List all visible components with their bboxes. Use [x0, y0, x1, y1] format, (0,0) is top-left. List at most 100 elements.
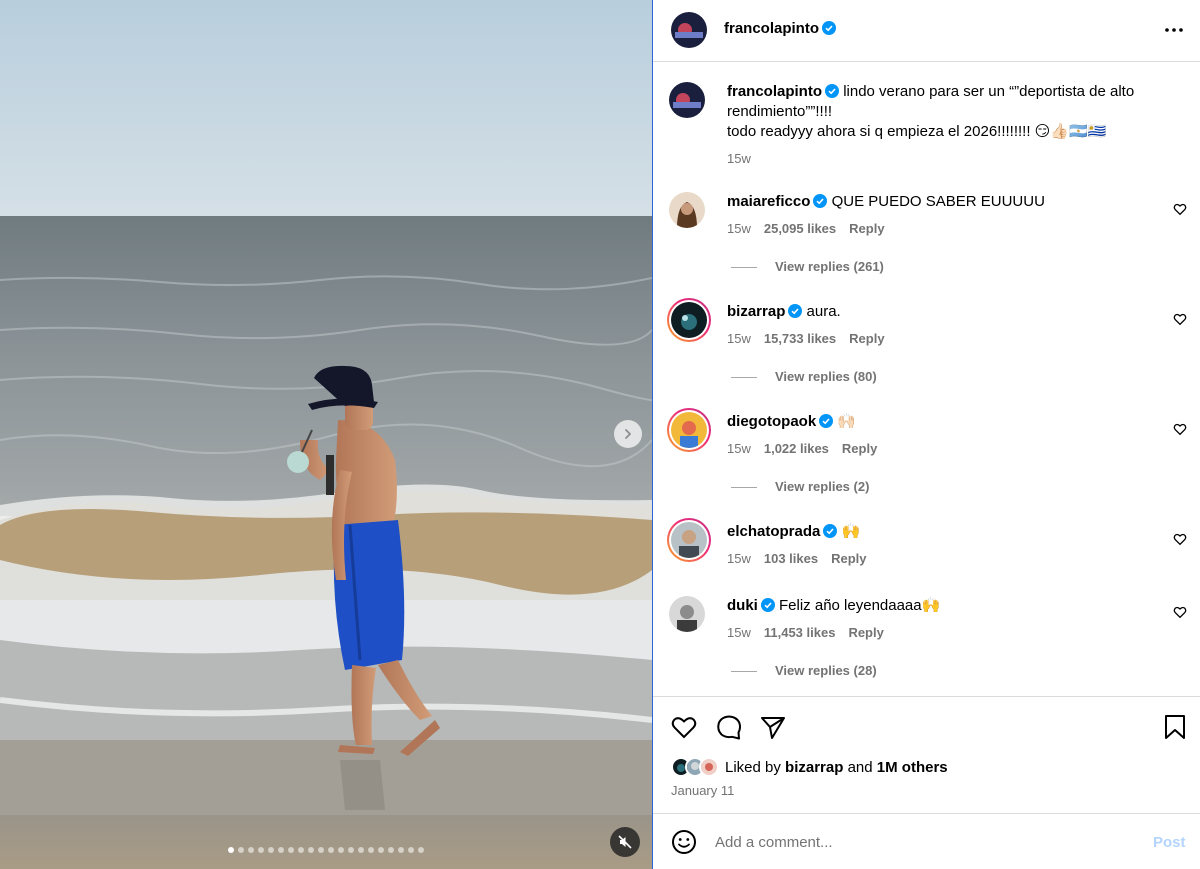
- comment-likes[interactable]: 1,022 likes: [764, 441, 829, 456]
- commenter-username[interactable]: duki: [727, 597, 758, 614]
- caption-meta: 15w: [727, 149, 1167, 169]
- comment-time: 15w: [727, 625, 751, 640]
- carousel-dot: [378, 847, 384, 853]
- caption-body: francolapinto lindo verano para ser un “…: [727, 82, 1167, 169]
- chevron-right-icon: [625, 429, 631, 439]
- carousel-dot: [418, 847, 424, 853]
- post-actions-section: Liked by bizarrap and 1M others January …: [653, 696, 1200, 813]
- comment-composer: Post: [653, 813, 1200, 869]
- carousel-dot: [298, 847, 304, 853]
- liker-avatar: [699, 757, 719, 777]
- commenter-username[interactable]: bizarrap: [727, 303, 785, 320]
- carousel-dot: [398, 847, 404, 853]
- verified-icon: [823, 524, 838, 538]
- carousel-dot: [248, 847, 254, 853]
- post-date[interactable]: January 11: [671, 783, 734, 798]
- carousel-dot: [388, 847, 394, 853]
- commenter-username[interactable]: diegotopaok: [727, 413, 816, 430]
- comment-likes[interactable]: 11,453 likes: [764, 625, 836, 640]
- carousel-dot: [258, 847, 264, 853]
- commenter-avatar-story-ring[interactable]: [667, 518, 711, 562]
- verified-icon: [822, 21, 837, 35]
- comment-like-heart-icon[interactable]: [1173, 532, 1187, 546]
- carousel-dot: [288, 847, 294, 853]
- emoji-icon[interactable]: [671, 829, 697, 855]
- commenter-avatar[interactable]: [669, 596, 705, 632]
- comment-like-heart-icon[interactable]: [1173, 605, 1187, 619]
- comment-time: 15w: [727, 441, 751, 456]
- comment-time: 15w: [727, 331, 751, 346]
- carousel-dot: [338, 847, 344, 853]
- verified-icon: [813, 194, 828, 208]
- comments-list[interactable]: francolapinto lindo verano para ser un “…: [653, 62, 1200, 696]
- post-comment-button[interactable]: Post: [1153, 834, 1186, 851]
- verified-icon: [825, 84, 840, 98]
- comment-body: diegotopaok 🙌🏻 15w 1,022 likes Reply: [727, 412, 1167, 459]
- comment-time: 15w: [727, 221, 751, 236]
- comment-text: aura.: [806, 303, 841, 320]
- comment-text: Feliz año leyendaaaa🙌: [779, 597, 941, 614]
- verified-icon: [819, 414, 834, 428]
- comment-body: duki Feliz año leyendaaaa🙌 15w 11,453 lik…: [727, 596, 1167, 643]
- caption-time: 15w: [727, 151, 751, 166]
- more-options-icon[interactable]: [1162, 20, 1186, 40]
- next-slide-button[interactable]: [614, 420, 642, 448]
- author-avatar-small[interactable]: [669, 82, 705, 118]
- commenter-username[interactable]: maiareficco: [727, 193, 810, 210]
- reply-button[interactable]: Reply: [849, 331, 884, 346]
- liked-by-summary: Liked by bizarrap and 1M others: [671, 757, 948, 777]
- verified-icon: [760, 598, 775, 612]
- instagram-post-view: francolapinto francolapinto lindo verano…: [0, 0, 1200, 869]
- commenter-username[interactable]: elchatoprada: [727, 523, 820, 540]
- reply-button[interactable]: Reply: [848, 625, 883, 640]
- reply-button[interactable]: Reply: [842, 441, 877, 456]
- reply-button[interactable]: Reply: [831, 551, 866, 566]
- heart-icon[interactable]: [670, 713, 698, 741]
- carousel-dot: [318, 847, 324, 853]
- comment-likes[interactable]: 25,095 likes: [764, 221, 836, 236]
- reply-button[interactable]: Reply: [849, 221, 884, 236]
- carousel-indicator: [0, 847, 652, 853]
- comment-input[interactable]: [715, 828, 1115, 856]
- comment-likes[interactable]: 103 likes: [764, 551, 818, 566]
- caption-username[interactable]: francolapinto: [727, 83, 822, 100]
- comment-icon[interactable]: [715, 713, 743, 741]
- caption-text-line2: todo readyyy ahora si q empieza el 2026!…: [727, 123, 1107, 140]
- carousel-dot: [408, 847, 414, 853]
- carousel-dot: [308, 847, 314, 853]
- view-replies-button[interactable]: View replies (261): [731, 259, 884, 274]
- liked-by-text: Liked by bizarrap and 1M others: [725, 758, 948, 776]
- view-replies-button[interactable]: View replies (80): [731, 369, 877, 384]
- comment-text: QUE PUEDO SABER EUUUUU: [831, 193, 1045, 210]
- carousel-dot: [228, 847, 234, 853]
- comment-like-heart-icon[interactable]: [1173, 312, 1187, 326]
- commenter-avatar-story-ring[interactable]: [667, 408, 711, 452]
- commenter-avatar-story-ring[interactable]: [667, 298, 711, 342]
- post-media[interactable]: [0, 0, 652, 869]
- comment-body: maiareficco QUE PUEDO SABER EUUUUU 15w 25…: [727, 192, 1167, 239]
- verified-icon: [788, 304, 803, 318]
- comment-likes[interactable]: 15,733 likes: [764, 331, 836, 346]
- liked-by-user-link[interactable]: bizarrap: [785, 759, 843, 776]
- carousel-dot: [238, 847, 244, 853]
- post-header: francolapinto: [653, 0, 1200, 62]
- comment-like-heart-icon[interactable]: [1173, 202, 1187, 216]
- author-avatar[interactable]: [671, 12, 707, 48]
- beach-photo: [0, 0, 652, 869]
- author-username[interactable]: francolapinto: [724, 20, 837, 37]
- post-side-panel: francolapinto francolapinto lindo verano…: [653, 0, 1200, 869]
- carousel-dot: [348, 847, 354, 853]
- share-icon[interactable]: [759, 713, 787, 741]
- comment-body: bizarrap aura. 15w 15,733 likes Reply: [727, 302, 1167, 349]
- commenter-avatar[interactable]: [669, 192, 705, 228]
- carousel-dot: [268, 847, 274, 853]
- carousel-dot: [328, 847, 334, 853]
- bookmark-icon[interactable]: [1161, 713, 1189, 741]
- comment-like-heart-icon[interactable]: [1173, 422, 1187, 436]
- comment-text: 🙌: [841, 523, 861, 540]
- view-replies-button[interactable]: View replies (28): [731, 663, 877, 678]
- view-replies-button[interactable]: View replies (2): [731, 479, 869, 494]
- carousel-dot: [368, 847, 374, 853]
- comment-time: 15w: [727, 551, 751, 566]
- liked-by-others-link[interactable]: 1M others: [877, 759, 948, 776]
